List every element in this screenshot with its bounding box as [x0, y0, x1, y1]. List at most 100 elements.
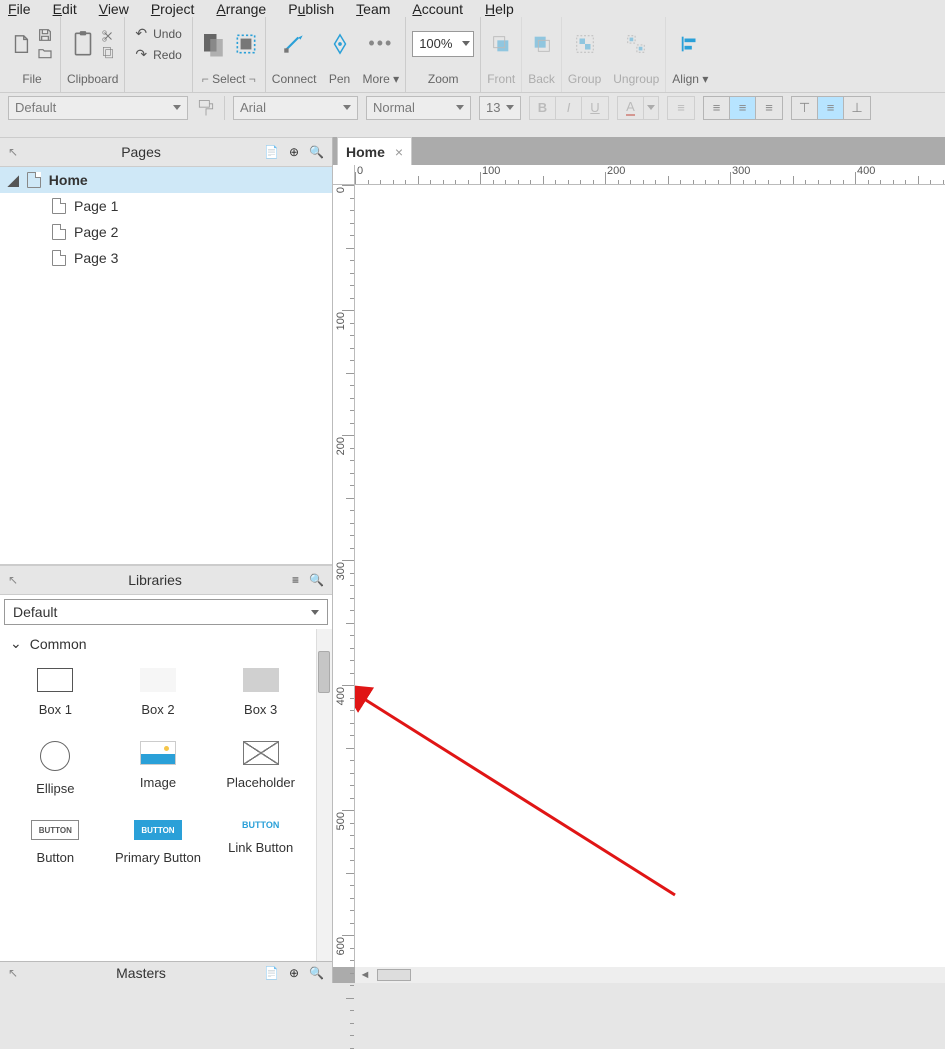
save-icon[interactable] — [36, 27, 54, 43]
widget-button[interactable]: BUTTONButton — [4, 820, 107, 865]
add-page-icon[interactable]: 📄 — [264, 145, 279, 159]
collapse-icon[interactable]: ↖ — [8, 145, 18, 159]
color-group: A — [617, 96, 659, 120]
ruler-vertical[interactable]: 0100200300400500600 — [333, 185, 355, 967]
text-color-button[interactable]: A — [618, 97, 644, 119]
redo-button[interactable]: ↷Redo — [135, 46, 181, 63]
widget-ellipse[interactable]: Ellipse — [4, 741, 107, 796]
add-folder-icon[interactable]: ⊕ — [289, 145, 299, 159]
page-row-2[interactable]: Page 2 — [0, 219, 332, 245]
pages-tree: ◢ Home Page 1 Page 2 Page 3 — [0, 167, 332, 565]
menu-file[interactable]: File — [8, 1, 31, 17]
valign-group: ⊤ ≡ ⊥ — [791, 96, 871, 120]
zoom-combo[interactable]: 100% — [412, 31, 474, 57]
ungroup-icon[interactable] — [625, 33, 647, 55]
scrollbar-thumb[interactable] — [318, 651, 330, 693]
front-icon[interactable] — [490, 33, 512, 55]
zoom-label: Zoom — [428, 72, 459, 86]
paste-icon[interactable] — [70, 29, 96, 59]
style-combo[interactable]: Default — [8, 96, 188, 120]
valign-bot-button[interactable]: ⊥ — [844, 97, 870, 119]
scroll-thumb[interactable] — [377, 969, 411, 981]
close-icon[interactable]: × — [395, 144, 403, 160]
pen-icon[interactable] — [329, 31, 351, 57]
widget-box2[interactable]: Box 2 — [107, 668, 210, 717]
canvas[interactable] — [355, 185, 945, 967]
dropdown-icon — [462, 41, 470, 46]
add-master-icon[interactable]: 📄 — [264, 966, 279, 980]
ruler-corner — [333, 165, 355, 185]
h-scrollbar[interactable]: ◄ — [355, 967, 945, 983]
widget-image[interactable]: Image — [107, 741, 210, 796]
clipboard-label: Clipboard — [67, 72, 118, 86]
copy-icon[interactable] — [100, 45, 116, 59]
menu-team[interactable]: Team — [356, 1, 390, 17]
italic-button[interactable]: I — [556, 97, 582, 119]
library-category[interactable]: ⌄Common — [0, 629, 332, 658]
weight-combo[interactable]: Normal — [366, 96, 471, 120]
page-icon — [27, 172, 41, 188]
align-right-button[interactable]: ≡ — [756, 97, 782, 119]
search-icon[interactable]: 🔍 — [309, 573, 324, 587]
connect-icon[interactable] — [281, 31, 307, 57]
select-icon[interactable] — [199, 29, 229, 59]
page-row-home[interactable]: ◢ Home — [0, 167, 332, 193]
font-combo[interactable]: Arial — [233, 96, 358, 120]
widget-primary-button[interactable]: BUTTONPrimary Button — [107, 820, 210, 865]
back-icon[interactable] — [531, 33, 553, 55]
bold-button[interactable]: B — [530, 97, 556, 119]
align-label[interactable]: Align ▾ — [672, 72, 708, 86]
menu-account[interactable]: Account — [412, 1, 463, 17]
valign-top-button[interactable]: ⊤ — [792, 97, 818, 119]
page-label: Home — [49, 172, 88, 188]
new-file-icon[interactable] — [10, 33, 32, 55]
search-icon[interactable]: 🔍 — [309, 145, 324, 159]
more-group: ••• More ▾ — [357, 17, 407, 92]
more-icon[interactable]: ••• — [368, 33, 393, 54]
text-color-drop[interactable] — [644, 97, 658, 119]
group-group: Group — [562, 17, 607, 92]
add-folder-icon[interactable]: ⊕ — [289, 966, 299, 980]
menu-arrange[interactable]: Arrange — [216, 1, 266, 17]
widget-placeholder[interactable]: Placeholder — [209, 741, 312, 796]
undo-redo-group: ↶Undo ↷Redo — [125, 17, 191, 92]
widget-label: Button — [37, 850, 75, 865]
cut-icon[interactable] — [100, 29, 116, 43]
menu-project[interactable]: Project — [151, 1, 195, 17]
widget-box3[interactable]: Box 3 — [209, 668, 312, 717]
align-left-button[interactable]: ≡ — [704, 97, 730, 119]
valign-mid-button[interactable]: ≡ — [818, 97, 844, 119]
collapse-icon[interactable]: ↖ — [8, 966, 18, 980]
menu-publish[interactable]: Publish — [288, 1, 334, 17]
open-icon[interactable] — [36, 45, 54, 61]
menu-help[interactable]: Help — [485, 1, 514, 17]
menu-edit[interactable]: Edit — [53, 1, 77, 17]
align-center-button[interactable]: ≡ — [730, 97, 756, 119]
widget-label: Link Button — [228, 840, 293, 855]
menu-icon[interactable]: ≡ — [292, 573, 299, 587]
widget-link-button[interactable]: BUTTONLink Button — [209, 820, 312, 865]
size-combo[interactable]: 13 — [479, 96, 521, 120]
page-tab-home[interactable]: Home × — [337, 137, 412, 165]
select-region-icon[interactable] — [233, 31, 259, 57]
collapse-icon[interactable]: ↖ — [8, 573, 18, 587]
underline-button[interactable]: U — [582, 97, 608, 119]
library-select[interactable]: Default — [4, 599, 328, 625]
page-row-1[interactable]: Page 1 — [0, 193, 332, 219]
masters-panel-header: ↖ Masters 📄 ⊕ 🔍 — [0, 961, 332, 983]
group-icon[interactable] — [574, 33, 596, 55]
more-label[interactable]: More ▾ — [363, 72, 400, 86]
pages-panel-header: ↖ Pages 📄 ⊕ 🔍 — [0, 137, 332, 167]
align-icon[interactable] — [679, 33, 701, 55]
scroll-left-icon[interactable]: ◄ — [355, 969, 375, 981]
undo-button[interactable]: ↶Undo — [135, 25, 181, 42]
search-icon[interactable]: 🔍 — [309, 966, 324, 980]
library-scroll: ⌄Common Box 1 Box 2 Box 3 Ellipse Image … — [0, 629, 332, 961]
ruler-horizontal[interactable]: 0100200300400 — [355, 165, 945, 185]
menu-view[interactable]: View — [99, 1, 129, 17]
widget-box1[interactable]: Box 1 — [4, 668, 107, 717]
line-spacing-button[interactable]: ≡ — [668, 97, 694, 119]
paint-format-icon[interactable] — [196, 98, 216, 118]
page-row-3[interactable]: Page 3 — [0, 245, 332, 271]
tree-collapse-icon[interactable]: ◢ — [8, 172, 19, 189]
